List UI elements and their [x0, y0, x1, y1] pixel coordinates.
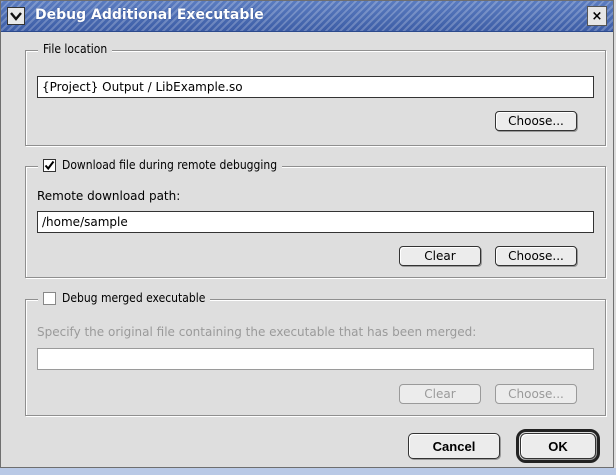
- close-icon: ×: [591, 8, 603, 24]
- remote-path-clear-button[interactable]: Clear: [399, 246, 481, 266]
- chevron-down-icon: [10, 12, 22, 21]
- download-checkbox-label: Download file during remote debugging: [62, 158, 278, 172]
- remote-path-label: Remote download path:: [37, 189, 181, 203]
- title-bar[interactable]: Debug Additional Executable ×: [1, 1, 613, 32]
- merged-group: Debug merged executable Specify the orig…: [25, 291, 606, 416]
- remote-path-choose-button[interactable]: Choose...: [495, 246, 577, 266]
- background-strip: [0, 468, 616, 475]
- file-location-group: File location {Project} Output / LibExam…: [25, 42, 606, 146]
- collapse-button[interactable]: [7, 7, 25, 25]
- dialog-window: Debug Additional Executable × File locat…: [0, 0, 614, 468]
- download-group: Download file during remote debugging Re…: [25, 158, 606, 278]
- dialog-title: Debug Additional Executable: [35, 7, 264, 23]
- cancel-button[interactable]: Cancel: [408, 433, 500, 459]
- close-button[interactable]: ×: [587, 6, 607, 26]
- merged-checkbox[interactable]: [43, 291, 56, 305]
- checkmark-icon: [44, 160, 55, 170]
- merged-clear-button[interactable]: Clear: [399, 384, 481, 404]
- download-checkbox[interactable]: [43, 158, 56, 172]
- file-location-input[interactable]: {Project} Output / LibExample.so: [37, 76, 594, 98]
- merged-choose-button[interactable]: Choose...: [495, 384, 577, 404]
- file-location-choose-button[interactable]: Choose...: [495, 111, 577, 131]
- merged-file-input[interactable]: [37, 348, 594, 370]
- merged-checkbox-label: Debug merged executable: [62, 291, 206, 305]
- remote-path-input[interactable]: /home/sample: [37, 211, 594, 233]
- file-location-label: File location: [43, 42, 108, 56]
- merged-description: Specify the original file containing the…: [37, 325, 477, 339]
- ok-button[interactable]: OK: [516, 429, 600, 463]
